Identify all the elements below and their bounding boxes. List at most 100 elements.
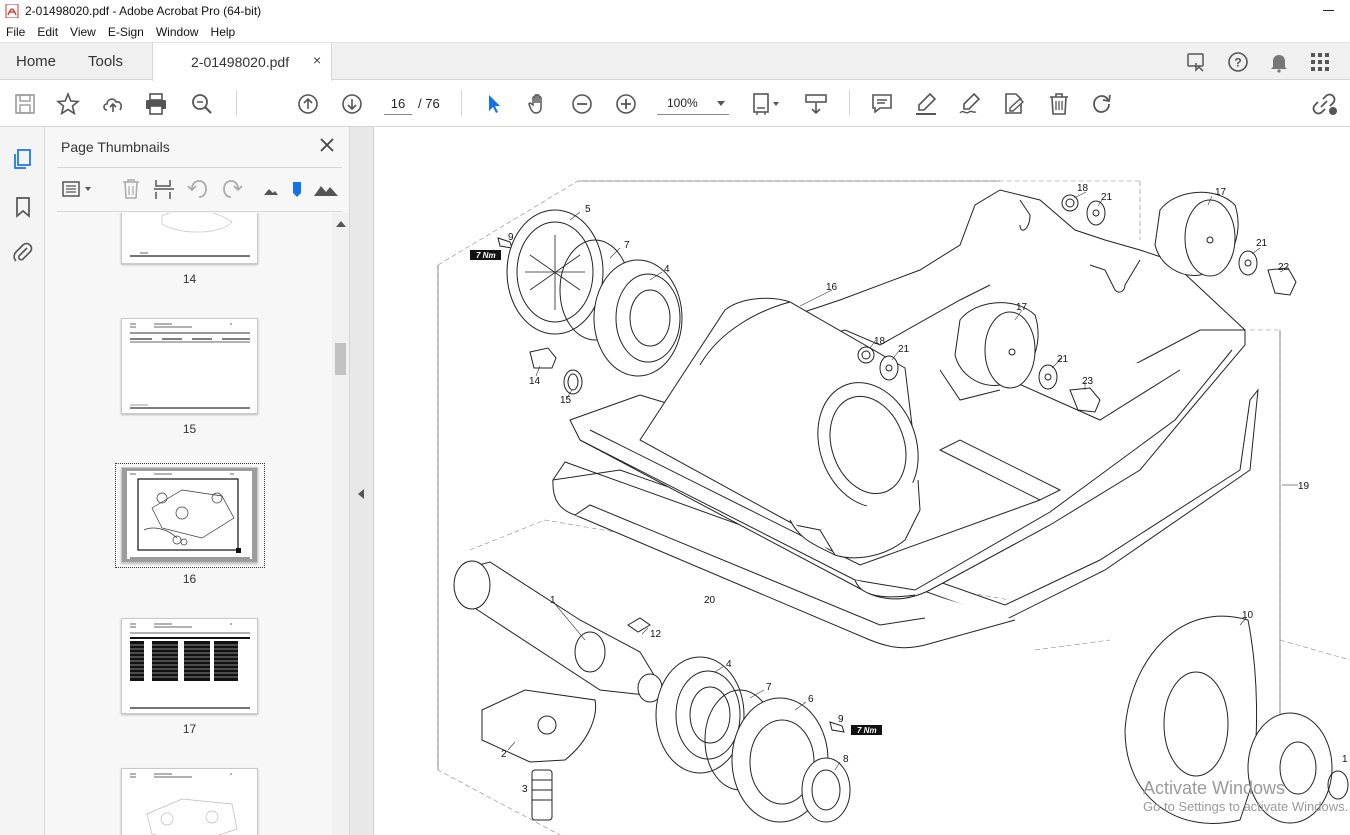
svg-text:18: 18 xyxy=(1077,183,1089,194)
thumbnail-page-16[interactable] xyxy=(121,467,258,563)
svg-text:9: 9 xyxy=(838,714,844,725)
share-link-icon[interactable] xyxy=(1311,91,1337,117)
chevron-down-icon xyxy=(717,101,725,106)
help-icon[interactable]: ? xyxy=(1226,50,1250,74)
thumbnail-size-slider-icon[interactable] xyxy=(290,178,314,200)
zoom-out-icon[interactable] xyxy=(569,91,595,117)
zoom-search-icon[interactable] xyxy=(189,91,215,117)
svg-text:1: 1 xyxy=(1342,754,1348,765)
cloud-upload-icon[interactable] xyxy=(100,91,126,117)
comment-icon[interactable] xyxy=(869,91,895,117)
svg-text:7: 7 xyxy=(624,240,630,251)
hand-icon[interactable] xyxy=(525,91,551,117)
title-bar: 2-01498020.pdf - Adobe Acrobat Pro (64-b… xyxy=(0,0,1350,22)
tab-home[interactable]: Home xyxy=(16,53,56,70)
activate-windows-watermark: Activate Windows Go to Settings to activ… xyxy=(1143,778,1348,814)
delete-page-icon[interactable] xyxy=(119,178,143,200)
svg-text:21: 21 xyxy=(898,344,910,355)
svg-text:19: 19 xyxy=(1298,481,1310,492)
acrobat-logo-icon xyxy=(5,4,19,18)
scroll-mode-icon[interactable] xyxy=(803,91,829,117)
menu-esign[interactable]: E-Sign xyxy=(102,25,150,39)
page-fit-icon[interactable] xyxy=(750,91,779,117)
thumbnail-scrollbar[interactable] xyxy=(332,213,349,835)
select-cursor-icon[interactable] xyxy=(481,91,507,117)
watermark-line1: Activate Windows xyxy=(1143,778,1286,798)
tab-tools[interactable]: Tools xyxy=(88,53,123,70)
large-thumbnails-icon[interactable] xyxy=(313,178,338,200)
close-panel-icon[interactable] xyxy=(317,135,337,155)
page-up-icon[interactable] xyxy=(295,91,321,117)
rotate-right-icon[interactable] xyxy=(220,178,244,200)
apps-grid-icon[interactable] xyxy=(1308,50,1332,74)
thumbnail-page-17[interactable] xyxy=(121,618,258,714)
small-thumbnails-icon[interactable] xyxy=(259,178,283,200)
svg-text:3: 3 xyxy=(522,784,528,795)
thumbnail-page-15[interactable] xyxy=(121,318,258,414)
close-tab-button[interactable]: × xyxy=(313,52,321,68)
highlight-icon[interactable] xyxy=(913,91,939,117)
star-icon[interactable] xyxy=(55,91,81,117)
svg-text:7: 7 xyxy=(766,682,772,693)
svg-text:14: 14 xyxy=(529,376,541,387)
svg-text:2: 2 xyxy=(501,749,507,760)
svg-text:21: 21 xyxy=(1057,354,1069,365)
rotate-icon[interactable] xyxy=(1089,91,1115,117)
save-icon[interactable] xyxy=(12,91,38,117)
minimize-button[interactable] xyxy=(1322,4,1336,16)
collapse-panel-icon[interactable] xyxy=(358,489,364,499)
svg-text:21: 21 xyxy=(1101,192,1113,203)
svg-text:18: 18 xyxy=(874,336,886,347)
watermark-line2: Go to Settings to activate Windows. xyxy=(1143,799,1349,814)
share-screen-icon[interactable] xyxy=(1185,50,1209,74)
notification-bell-icon[interactable] xyxy=(1267,50,1291,74)
thumbnail-label: 17 xyxy=(182,722,197,736)
thumbnail-label: 16 xyxy=(182,572,197,586)
menu-bar: File Edit View E-Sign Window Help xyxy=(0,22,1350,42)
svg-text:23: 23 xyxy=(1082,376,1094,387)
print-icon[interactable] xyxy=(143,91,169,117)
page-total: / 76 xyxy=(418,96,440,111)
rotate-left-icon[interactable] xyxy=(186,178,210,200)
menu-window[interactable]: Window xyxy=(150,25,205,39)
menu-view[interactable]: View xyxy=(64,25,102,39)
bookmark-icon[interactable] xyxy=(11,195,35,219)
svg-text:5: 5 xyxy=(585,204,591,215)
menu-file[interactable]: File xyxy=(0,25,31,39)
page-down-icon[interactable] xyxy=(339,91,365,117)
tab-document[interactable]: 2-01498020.pdf × xyxy=(152,43,332,81)
menu-edit[interactable]: Edit xyxy=(31,25,64,39)
page-thumbnails-icon[interactable] xyxy=(11,147,35,171)
scrollbar-thumb[interactable] xyxy=(335,343,346,375)
zoom-level-select[interactable]: 100% xyxy=(657,93,729,115)
tab-bar: Home Tools 2-01498020.pdf × ? xyxy=(0,42,1350,81)
svg-text:4: 4 xyxy=(726,659,732,670)
thumbnail-page-14[interactable] xyxy=(121,213,258,264)
svg-text:6: 6 xyxy=(808,694,814,705)
page-number-input[interactable]: 16 xyxy=(384,93,412,115)
extract-pages-icon[interactable] xyxy=(152,178,176,200)
panel-title: Page Thumbnails xyxy=(61,139,170,155)
svg-text:10: 10 xyxy=(1242,610,1254,621)
left-rail xyxy=(0,127,45,835)
thumbnail-options-icon[interactable] xyxy=(61,178,95,200)
attachment-icon[interactable] xyxy=(11,240,35,264)
sign-icon[interactable] xyxy=(957,91,983,117)
menu-help[interactable]: Help xyxy=(205,25,242,39)
thumbnail-label: 14 xyxy=(182,272,197,286)
thumbnails-panel: Page Thumbnails 14 15 16 17 xyxy=(45,127,350,835)
svg-text:4: 4 xyxy=(664,264,670,275)
thumbnail-list: 14 15 16 17 xyxy=(45,213,335,835)
svg-text:21: 21 xyxy=(1256,238,1268,249)
document-view[interactable]: 5 7 4 9 16 14 15 18 21 17 21 23 18 21 17… xyxy=(375,127,1350,835)
window-title: 2-01498020.pdf - Adobe Acrobat Pro (64-b… xyxy=(25,4,262,18)
delete-icon[interactable] xyxy=(1046,91,1072,117)
svg-text:17: 17 xyxy=(1016,302,1028,313)
document-tab-label: 2-01498020.pdf xyxy=(191,54,290,70)
panel-splitter[interactable] xyxy=(350,127,374,835)
thumbnail-page-18[interactable] xyxy=(121,768,258,835)
fill-sign-icon[interactable] xyxy=(1001,91,1027,117)
zoom-in-icon[interactable] xyxy=(613,91,639,117)
torque-label-upper: 7 Nm xyxy=(476,251,496,260)
scroll-up-icon[interactable] xyxy=(336,221,346,227)
